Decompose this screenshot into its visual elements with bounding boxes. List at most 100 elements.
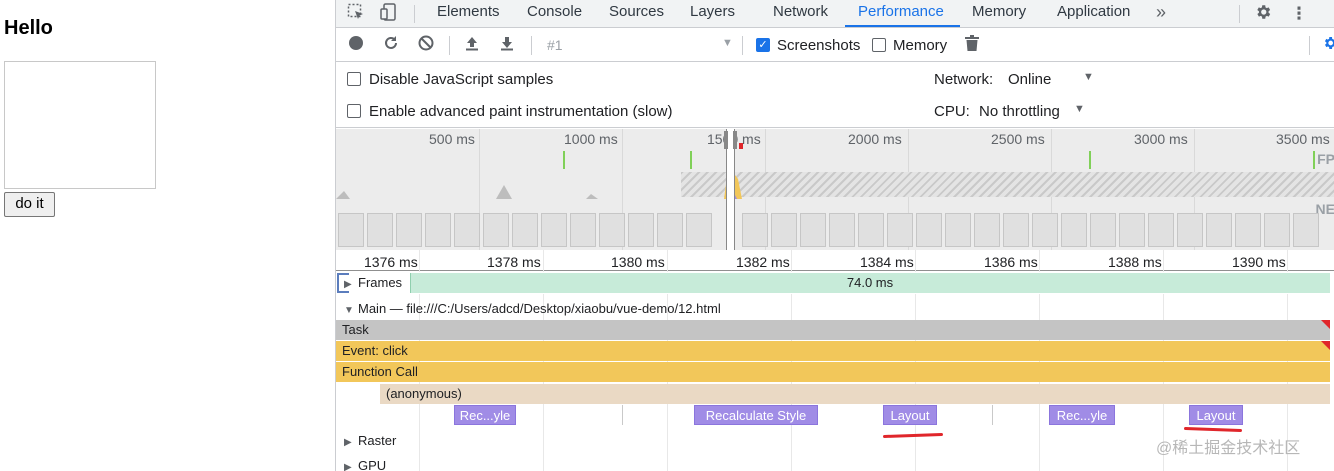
screenshot-thumbnail [1206, 213, 1232, 247]
screenshot-thumbnail [1032, 213, 1058, 247]
fps-marker [690, 151, 692, 169]
screenshot-thumbnail [829, 213, 855, 247]
expand-arrow-icon: ▶ [344, 279, 352, 290]
cpu-label: CPU: [934, 103, 970, 120]
screenshot-thumbnail [338, 213, 364, 247]
demo-box [4, 61, 156, 189]
record-icon[interactable] [346, 35, 366, 55]
inspect-element-icon[interactable] [345, 3, 367, 25]
recalculate-style-bar[interactable]: Rec...yle [1049, 405, 1115, 425]
frames-track[interactable]: ▶ Frames 74.0 ms [336, 272, 1334, 294]
screenshot-thumbnail [1177, 213, 1203, 247]
network-dropdown-icon[interactable]: ▼ [1083, 71, 1094, 83]
function-call-bar[interactable]: Function Call [336, 362, 1330, 382]
capture-settings-panel: Disable JavaScript samples Enable advanc… [336, 63, 1334, 128]
tab-sources[interactable]: Sources [609, 0, 664, 28]
ruler-tick: 1376 ms [364, 254, 418, 270]
screenshot-thumbnail [800, 213, 826, 247]
layout-bar[interactable]: Layout [1189, 405, 1243, 425]
reload-record-icon[interactable] [381, 35, 401, 55]
event-separator [992, 405, 993, 425]
screenshot-thumbnail [686, 213, 712, 247]
screenshot-thumbnail [425, 213, 451, 247]
main-track-title: Main — file:///C:/Users/adcd/Desktop/xia… [358, 301, 721, 316]
advanced-paint-checkbox[interactable] [347, 104, 361, 118]
cpu-throttle-select[interactable]: No throttling [979, 103, 1060, 120]
network-throttle-select[interactable]: Online [1008, 71, 1051, 88]
settings-gear-icon[interactable] [1252, 3, 1274, 25]
memory-label: Memory [893, 37, 948, 54]
disable-js-samples-checkbox[interactable] [347, 72, 361, 86]
main-track-header[interactable]: ▼ Main — file:///C:/Users/adcd/Desktop/xi… [344, 301, 721, 316]
screenshot-thumbnail [512, 213, 538, 247]
overview-marker [739, 143, 743, 149]
ruler-tick: 1386 ms [984, 254, 1038, 270]
tab-memory[interactable]: Memory [972, 0, 1026, 28]
toolbar-divider [742, 36, 743, 55]
screenshot-thumbnail [887, 213, 913, 247]
screenshot-thumbnail [599, 213, 625, 247]
tab-application[interactable]: Application [1057, 0, 1130, 28]
gpu-track-header[interactable]: ▶ GPU [344, 458, 386, 471]
long-task-marker [1321, 320, 1330, 329]
recalculate-style-bar[interactable]: Recalculate Style [694, 405, 818, 425]
active-tab-indicator [845, 25, 960, 27]
tab-network[interactable]: Network [773, 0, 828, 28]
upload-profile-icon[interactable] [462, 35, 482, 55]
screenshot-thumbnail [483, 213, 509, 247]
do-it-button[interactable]: do it [4, 192, 55, 217]
layout-bar[interactable]: Layout [883, 405, 937, 425]
tab-elements[interactable]: Elements [437, 0, 500, 28]
screenshot-thumbnail [1003, 213, 1029, 247]
ruler-tick: 1384 ms [860, 254, 914, 270]
frames-track-label: Frames [358, 275, 403, 290]
fps-marker [1089, 151, 1091, 169]
more-tabs-icon[interactable]: » [1156, 0, 1166, 28]
recalculate-style-bar[interactable]: Rec...yle [454, 405, 516, 425]
tab-layers[interactable]: Layers [690, 0, 735, 28]
cpu-activity-spikes [336, 185, 598, 199]
kebab-menu-icon[interactable]: ⋮ [1288, 3, 1310, 25]
device-toolbar-icon[interactable] [378, 3, 400, 25]
annotation-underline [882, 432, 944, 439]
overview-tick: 500 ms [429, 131, 475, 147]
raster-track-label: Raster [358, 433, 397, 448]
raster-track-header[interactable]: ▶ Raster [344, 433, 396, 448]
overview-tick: 2500 ms [991, 131, 1045, 147]
timeline-overview[interactable]: 500 ms 1000 ms 1500 ms 2000 ms 2500 ms 3… [336, 129, 1334, 250]
clear-icon[interactable] [416, 35, 436, 55]
event-click-bar[interactable]: Event: click [336, 341, 1330, 361]
screenshots-label: Screenshots [777, 37, 861, 54]
task-bar[interactable]: Task [336, 320, 1330, 340]
selection-handle-right[interactable] [733, 131, 737, 149]
cpu-dropdown-icon[interactable]: ▼ [1074, 103, 1085, 115]
memory-checkbox[interactable] [872, 38, 886, 52]
collect-garbage-icon[interactable] [962, 35, 982, 55]
fps-track-label: FP [1317, 151, 1334, 167]
recording-select[interactable]: #1 [547, 37, 563, 53]
capture-settings-gear-icon[interactable] [1320, 35, 1334, 55]
screenshot-thumbnail [570, 213, 596, 247]
screenshot-thumbnail [454, 213, 480, 247]
overview-tick: 1000 ms [564, 131, 618, 147]
recording-dropdown-icon[interactable]: ▼ [722, 37, 733, 49]
screenshots-checkbox[interactable]: ✓ [756, 38, 770, 52]
frames-track-header[interactable]: ▶ Frames [344, 275, 402, 290]
download-profile-icon[interactable] [497, 35, 517, 55]
tab-performance[interactable]: Performance [858, 0, 944, 28]
screenshot-thumbnail [1235, 213, 1261, 247]
toolbar-divider [1309, 36, 1310, 55]
screenshot-thumbnail [1061, 213, 1087, 247]
performance-toolbar: #1 ▼ ✓ Screenshots Memory [336, 29, 1334, 62]
anonymous-bar[interactable]: (anonymous) [380, 384, 1330, 404]
overview-tick: 2000 ms [848, 131, 902, 147]
advanced-paint-label: Enable advanced paint instrumentation (s… [369, 103, 673, 120]
gpu-track-label: GPU [358, 458, 387, 471]
screenshot-thumbnail [1293, 213, 1319, 247]
selection-handle-left[interactable] [724, 131, 728, 149]
tab-console[interactable]: Console [527, 0, 582, 28]
long-task-marker [1321, 341, 1330, 350]
frame-duration: 74.0 ms [846, 275, 894, 290]
disable-js-samples-label: Disable JavaScript samples [369, 71, 554, 88]
ruler-tick: 1388 ms [1108, 254, 1162, 270]
